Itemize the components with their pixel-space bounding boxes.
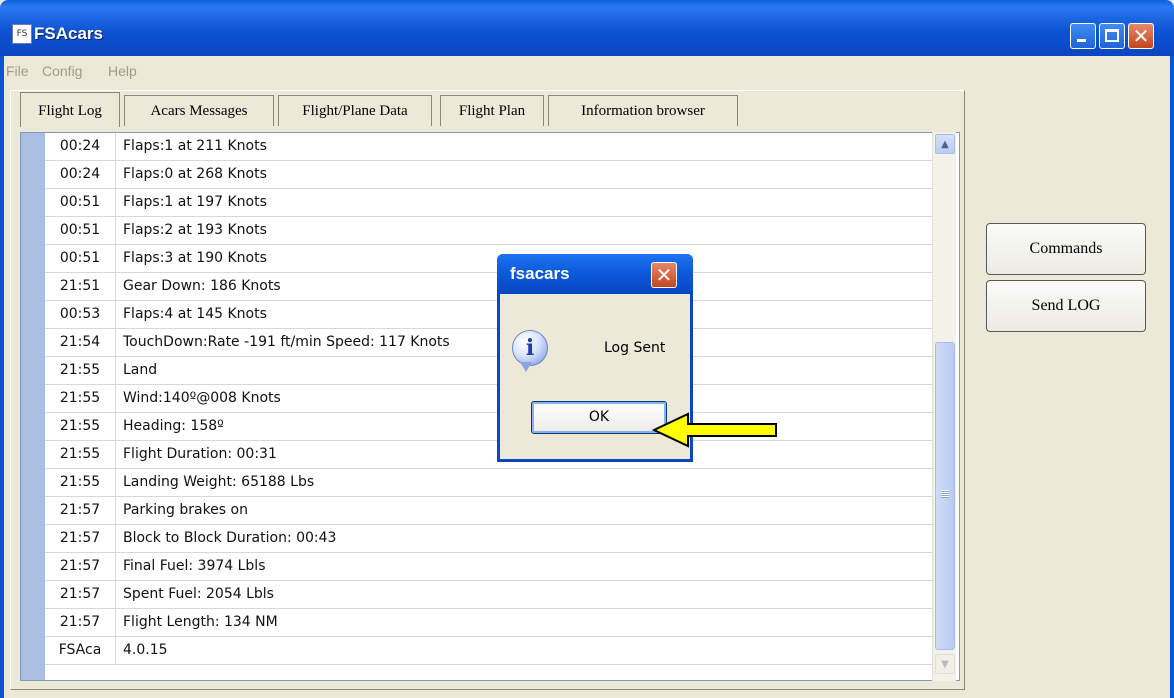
scroll-grip-icon	[941, 490, 949, 498]
log-time: 21:57	[45, 525, 116, 552]
log-row[interactable]: 21:55 Landing Weight: 65188 Lbs	[45, 469, 933, 497]
log-time: 21:55	[45, 385, 116, 412]
log-time: 21:57	[45, 609, 116, 636]
log-time: 00:53	[45, 301, 116, 328]
log-row[interactable]: 21:57 Flight Length: 134 NM	[45, 609, 933, 637]
log-row[interactable]: 21:55 Heading: 158º	[45, 413, 933, 441]
log-time: 21:57	[45, 581, 116, 608]
log-message: Landing Weight: 65188 Lbs	[123, 474, 315, 490]
menu-bar: File Config Help	[4, 56, 1170, 86]
log-time: 00:51	[45, 189, 116, 216]
menu-help[interactable]: Help	[108, 63, 137, 79]
tab-acars-messages[interactable]: Acars Messages	[124, 95, 274, 126]
log-row[interactable]: 21:55 Flight Duration: 00:31	[45, 441, 933, 469]
log-time: 21:55	[45, 413, 116, 440]
log-message: Flaps:3 at 190 Knots	[123, 250, 267, 266]
window-frame-left	[0, 56, 4, 698]
tab-information-browser[interactable]: Information browser	[548, 95, 738, 126]
log-time: 21:55	[45, 469, 116, 496]
menu-config[interactable]: Config	[42, 63, 82, 79]
log-message: Flaps:4 at 145 Knots	[123, 306, 267, 322]
log-message: Block to Block Duration: 00:43	[123, 530, 337, 546]
title-bar[interactable]: FS FSAcars ✕	[0, 0, 1174, 56]
log-time: FSAca	[45, 637, 116, 664]
log-row[interactable]: 21:54 TouchDown:Rate -191 ft/min Speed: 1…	[45, 329, 933, 357]
log-message: Land	[123, 362, 158, 378]
close-button[interactable]: ✕	[1128, 23, 1154, 49]
maximize-icon	[1105, 29, 1119, 42]
log-time: 21:54	[45, 329, 116, 356]
log-row[interactable]: 00:53 Flaps:4 at 145 Knots	[45, 301, 933, 329]
log-message: Flight Duration: 00:31	[123, 446, 277, 462]
log-time: 21:57	[45, 497, 116, 524]
log-message: 4.0.15	[123, 642, 168, 658]
dialog-title: fsacars	[510, 264, 570, 283]
log-message: TouchDown:Rate -191 ft/min Speed: 117 Kn…	[123, 334, 450, 350]
log-row[interactable]: FSAca 4.0.15	[45, 637, 933, 665]
log-row[interactable]: 00:51 Flaps:3 at 190 Knots	[45, 245, 933, 273]
log-message: Flaps:1 at 197 Knots	[123, 194, 267, 210]
dialog-message: Log Sent	[604, 340, 666, 356]
log-message: Flaps:2 at 193 Knots	[123, 222, 267, 238]
log-row[interactable]: 21:55 Wind:140º@008 Knots	[45, 385, 933, 413]
log-time: 00:24	[45, 161, 116, 188]
window-title: FSAcars	[34, 24, 103, 43]
log-row[interactable]: 21:57 Final Fuel: 3974 Lbls	[45, 553, 933, 581]
minimize-icon	[1077, 39, 1086, 42]
scroll-up-button[interactable]: ▲	[935, 134, 955, 154]
log-row[interactable]: 00:51 Flaps:1 at 197 Knots	[45, 189, 933, 217]
log-time: 21:55	[45, 357, 116, 384]
log-message: Final Fuel: 3974 Lbls	[123, 558, 266, 574]
log-message: Heading: 158º	[123, 418, 224, 434]
log-time: 21:55	[45, 441, 116, 468]
log-row[interactable]: 21:51 Gear Down: 186 Knots	[45, 273, 933, 301]
log-time: 00:24	[45, 133, 116, 160]
log-message: Parking brakes on	[123, 502, 248, 518]
dialog-close-button[interactable]: ✕	[651, 262, 677, 288]
dialog-title-bar[interactable]: fsacars ✕	[497, 254, 693, 294]
tab-flight-plan[interactable]: Flight Plan	[440, 95, 544, 126]
log-time: 21:57	[45, 553, 116, 580]
log-row[interactable]: 21:57 Block to Block Duration: 00:43	[45, 525, 933, 553]
info-icon-tail	[520, 362, 532, 372]
pointer-arrow-icon	[651, 412, 777, 448]
tab-flight-log[interactable]: Flight Log	[20, 92, 120, 127]
tab-flight-plane-data[interactable]: Flight/Plane Data	[278, 95, 432, 126]
log-message: Spent Fuel: 2054 Lbls	[123, 586, 274, 602]
log-time: 21:51	[45, 273, 116, 300]
app-icon: FS	[12, 24, 32, 44]
scroll-thumb[interactable]	[935, 342, 955, 650]
window-frame-right	[1170, 56, 1174, 698]
minimize-button[interactable]	[1070, 23, 1096, 49]
close-icon: ✕	[1132, 24, 1150, 48]
log-row[interactable]: 00:24 Flaps:0 at 268 Knots	[45, 161, 933, 189]
send-log-button[interactable]: Send LOG	[986, 280, 1146, 332]
maximize-button[interactable]	[1099, 23, 1125, 49]
log-time: 00:51	[45, 245, 116, 272]
log-row[interactable]: 00:51 Flaps:2 at 193 Knots	[45, 217, 933, 245]
log-message: Flight Length: 134 NM	[123, 614, 278, 630]
scroll-down-button[interactable]: ▼	[935, 654, 955, 674]
vertical-scrollbar[interactable]: ▲ ▼	[932, 132, 956, 681]
menu-file[interactable]: File	[6, 63, 29, 79]
log-row[interactable]: 21:55 Land	[45, 357, 933, 385]
log-message: Wind:140º@008 Knots	[123, 390, 281, 406]
log-message: Gear Down: 186 Knots	[123, 278, 281, 294]
log-row[interactable]: 00:24 Flaps:1 at 211 Knots	[45, 133, 933, 161]
list-row-header-strip	[21, 133, 45, 680]
log-row[interactable]: 21:57 Parking brakes on	[45, 497, 933, 525]
ok-button[interactable]: OK	[531, 401, 667, 434]
log-message: Flaps:0 at 268 Knots	[123, 166, 267, 182]
flight-log-list[interactable]: 00:24 Flaps:1 at 211 Knots 00:24 Flaps:0 at…	[20, 132, 960, 681]
log-row[interactable]: 21:57 Spent Fuel: 2054 Lbls	[45, 581, 933, 609]
log-time: 00:51	[45, 217, 116, 244]
commands-button[interactable]: Commands	[986, 223, 1146, 275]
info-icon: i	[512, 330, 548, 366]
log-message: Flaps:1 at 211 Knots	[123, 138, 267, 154]
